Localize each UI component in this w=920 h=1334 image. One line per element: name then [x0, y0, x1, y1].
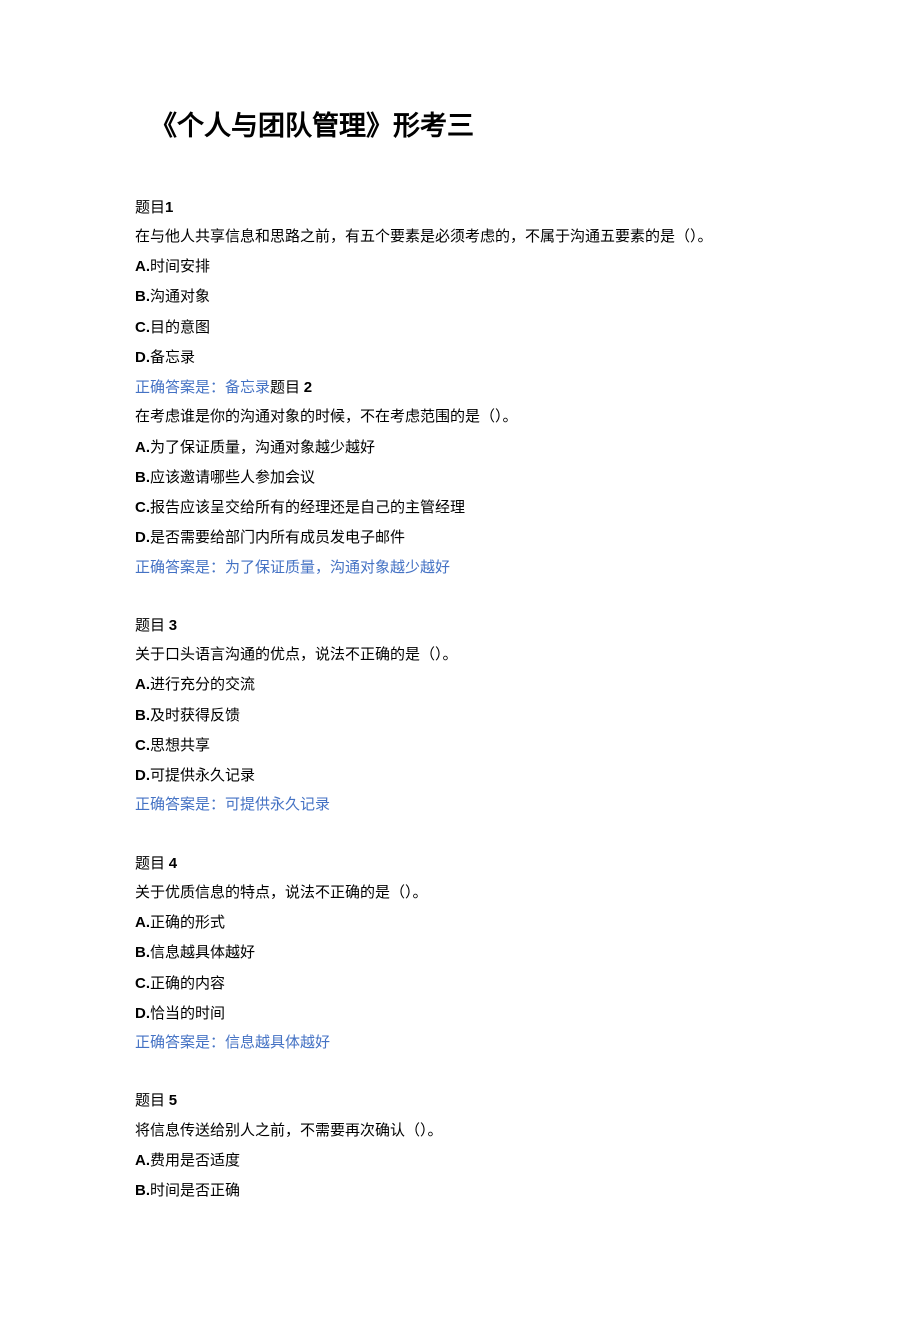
question-5: 题目 5 将信息传送给别人之前，不需要再次确认（）。 A.费用是否适度 B.时间… — [135, 1086, 785, 1206]
question-text: 在考虑谁是你的沟通对象的时候，不在考虑范围的是（）。 — [135, 403, 785, 432]
option-a: A.进行充分的交流 — [135, 670, 785, 700]
answer: 正确答案是：可提供永久记录 — [135, 791, 785, 820]
option-d: D.备忘录 — [135, 343, 785, 373]
answer: 正确答案是：信息越具体越好 — [135, 1029, 785, 1058]
answer-line: 正确答案是：备忘录题目 2 — [135, 373, 785, 403]
question-1: 题目1 在与他人共享信息和思路之前，有五个要素是必须考虑的，不属于沟通五要素的是… — [135, 193, 785, 404]
option-d: D.可提供永久记录 — [135, 761, 785, 791]
option-b: B.沟通对象 — [135, 282, 785, 312]
option-a: A.时间安排 — [135, 252, 785, 282]
question-label: 题目1 — [135, 193, 785, 223]
question-2: 在考虑谁是你的沟通对象的时候，不在考虑范围的是（）。 A.为了保证质量，沟通对象… — [135, 403, 785, 583]
question-text: 关于口头语言沟通的优点，说法不正确的是（）。 — [135, 641, 785, 670]
option-d: D.是否需要给部门内所有成员发电子邮件 — [135, 523, 785, 553]
question-label: 题目 3 — [135, 611, 785, 641]
question-text: 关于优质信息的特点，说法不正确的是（）。 — [135, 879, 785, 908]
option-b: B.应该邀请哪些人参加会议 — [135, 463, 785, 493]
answer: 正确答案是：备忘录 — [135, 380, 270, 396]
option-b: B.及时获得反馈 — [135, 701, 785, 731]
question-text: 在与他人共享信息和思路之前，有五个要素是必须考虑的，不属于沟通五要素的是（）。 — [135, 223, 785, 252]
document-title: 《个人与团队管理》形考三 — [150, 100, 785, 153]
question-4: 题目 4 关于优质信息的特点，说法不正确的是（）。 A.正确的形式 B.信息越具… — [135, 849, 785, 1059]
question-label-inline: 题目 2 — [270, 380, 312, 396]
question-label: 题目 5 — [135, 1086, 785, 1116]
option-b: B.信息越具体越好 — [135, 938, 785, 968]
option-c: C.目的意图 — [135, 313, 785, 343]
option-a: A.正确的形式 — [135, 908, 785, 938]
option-a: A.为了保证质量，沟通对象越少越好 — [135, 433, 785, 463]
option-c: C.报告应该呈交给所有的经理还是自己的主管经理 — [135, 493, 785, 523]
option-d: D.恰当的时间 — [135, 999, 785, 1029]
answer: 正确答案是：为了保证质量，沟通对象越少越好 — [135, 554, 785, 583]
question-label: 题目 4 — [135, 849, 785, 879]
option-b: B.时间是否正确 — [135, 1176, 785, 1206]
option-a: A.费用是否适度 — [135, 1146, 785, 1176]
option-c: C.正确的内容 — [135, 969, 785, 999]
question-3: 题目 3 关于口头语言沟通的优点，说法不正确的是（）。 A.进行充分的交流 B.… — [135, 611, 785, 821]
option-c: C.思想共享 — [135, 731, 785, 761]
question-text: 将信息传送给别人之前，不需要再次确认（）。 — [135, 1117, 785, 1146]
